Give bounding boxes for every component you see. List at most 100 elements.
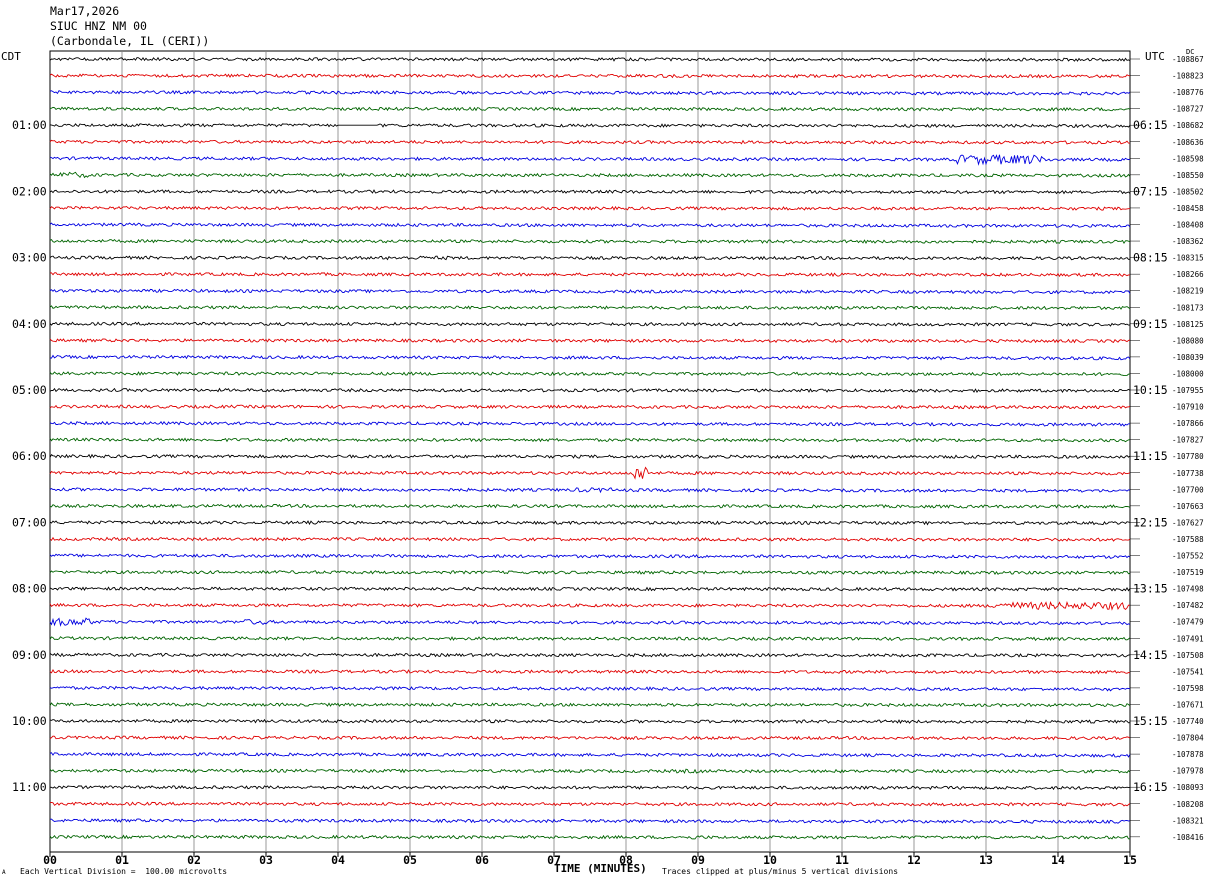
right-hour-label: 06:15: [1133, 118, 1168, 132]
trace-row: [49, 205, 1130, 211]
trace-row: [49, 785, 1131, 791]
trace-row: [49, 636, 1131, 642]
dc-offset-value: -108000: [1172, 369, 1204, 378]
x-tick-label: 02: [187, 853, 201, 867]
dc-offset-value: -108416: [1172, 833, 1204, 842]
x-tick-label: 00: [43, 853, 57, 867]
trace-row: [49, 586, 1131, 592]
dc-offset-value: -107552: [1172, 552, 1204, 561]
dc-offset-value: -108776: [1172, 88, 1204, 97]
dc-offset-value: -107588: [1172, 535, 1204, 544]
trace-row: [49, 420, 1130, 427]
trace-row: [49, 73, 1131, 79]
dc-offset-value: -107598: [1172, 684, 1204, 693]
dc-offset-value: -108682: [1172, 121, 1204, 130]
trace-row: [49, 154, 1131, 166]
trace-row: [49, 288, 1131, 295]
helicorder-plot: -108867 -108823 -108776 -108727 -108682 -1086…: [12, 50, 1204, 867]
x-tick-label: 12: [907, 853, 921, 867]
dc-offset-value: -107508: [1172, 651, 1204, 660]
trace-row: [49, 354, 1131, 361]
dc-offset-value: -107541: [1172, 667, 1204, 676]
dc-offset-value: -108039: [1172, 353, 1204, 362]
dc-offset-value: -108093: [1172, 783, 1204, 792]
left-hour-label: 08:00: [12, 582, 47, 596]
trace-row: [49, 222, 1131, 229]
trace-row: [49, 536, 1131, 542]
dc-offset-value: -107878: [1172, 750, 1204, 759]
dc-offset-value: -107910: [1172, 403, 1204, 412]
dc-offset-value: -108219: [1172, 287, 1204, 296]
x-tick-label: 05: [403, 853, 417, 867]
trace-row: [49, 466, 1131, 480]
seismic-traces: -108867 -108823 -108776 -108727 -108682 -1086…: [49, 55, 1204, 842]
dc-offset-value: -107827: [1172, 436, 1204, 445]
trace-row: [49, 718, 1131, 724]
dc-offset-value: -107780: [1172, 452, 1204, 461]
trace-row: [49, 123, 1131, 129]
x-tick-label: 15: [1123, 853, 1137, 867]
time-gridlines: [49, 50, 1131, 853]
trace-row: [49, 751, 1131, 758]
left-hour-label: 11:00: [12, 780, 47, 794]
trace-row: [49, 617, 1131, 627]
dc-offset-value: -107479: [1172, 618, 1204, 627]
left-hour-label: 07:00: [12, 515, 47, 529]
dc-offset-value: -108408: [1172, 221, 1204, 230]
x-tick-label: 10: [763, 853, 777, 867]
x-tick-label: 03: [259, 853, 273, 867]
dc-offset-value: -108823: [1172, 72, 1204, 81]
trace-row: [49, 255, 1131, 261]
trace-row: [49, 271, 1131, 278]
dc-offset-value: -107738: [1172, 469, 1204, 478]
dc-offset-value: -107740: [1172, 717, 1204, 726]
left-hour-label: 04:00: [12, 317, 47, 331]
trace-row: [49, 387, 1131, 393]
dc-offset-value: -108636: [1172, 138, 1204, 147]
trace-row: [49, 404, 1131, 410]
dc-offset-value: -108458: [1172, 204, 1204, 213]
trace-row: [49, 238, 1131, 245]
trace-row: [49, 553, 1131, 560]
dc-offset-value: -108727: [1172, 105, 1204, 114]
dc-offset-value: -107663: [1172, 502, 1204, 511]
right-hour-label: 08:15: [1133, 251, 1168, 265]
dc-offset-value: -107519: [1172, 568, 1204, 577]
trace-row: [49, 171, 1131, 179]
dc-offset-value: -108208: [1172, 800, 1204, 809]
x-tick-label: 09: [691, 853, 705, 867]
trace-row: [49, 735, 1131, 741]
right-hour-label: 11:15: [1133, 449, 1168, 463]
dc-offset-value: -107491: [1172, 634, 1204, 643]
right-hour-label: 10:15: [1133, 383, 1168, 397]
dc-offset-value: -108266: [1172, 270, 1204, 279]
trace-row: [49, 437, 1131, 443]
dc-offset-value: -107866: [1172, 419, 1204, 428]
dc-offset-value: -108550: [1172, 171, 1204, 180]
trace-row: [49, 89, 1131, 96]
x-axis-title: TIME (MINUTES): [554, 862, 647, 875]
trace-row: [49, 768, 1131, 775]
dc-offset-value: -107804: [1172, 734, 1204, 743]
dc-offset-value: -107955: [1172, 386, 1204, 395]
x-tick-label: 11: [835, 853, 849, 867]
dc-offset-value: -108080: [1172, 336, 1204, 345]
dc-offset-value: -108173: [1172, 303, 1204, 312]
right-hour-label: 16:15: [1133, 780, 1168, 794]
corner-mark: A: [2, 869, 6, 876]
trace-row: [49, 818, 1131, 825]
trace-row: [49, 668, 1131, 675]
trace-row: [49, 702, 1131, 708]
right-hour-label: 15:15: [1133, 714, 1168, 728]
dc-offset-value: -108321: [1172, 816, 1204, 825]
dc-offset-value: -107978: [1172, 767, 1204, 776]
x-tick-label: 13: [979, 853, 993, 867]
dc-offset-value: -108502: [1172, 187, 1204, 196]
dc-offset-value: -107671: [1172, 700, 1204, 709]
trace-row: [49, 371, 1131, 377]
trace-row: [49, 106, 1131, 112]
dc-offset-value: -108125: [1172, 320, 1204, 329]
dc-offset-value: -108315: [1172, 254, 1204, 263]
trace-row: [49, 487, 1131, 494]
trace-row: [49, 189, 1131, 195]
